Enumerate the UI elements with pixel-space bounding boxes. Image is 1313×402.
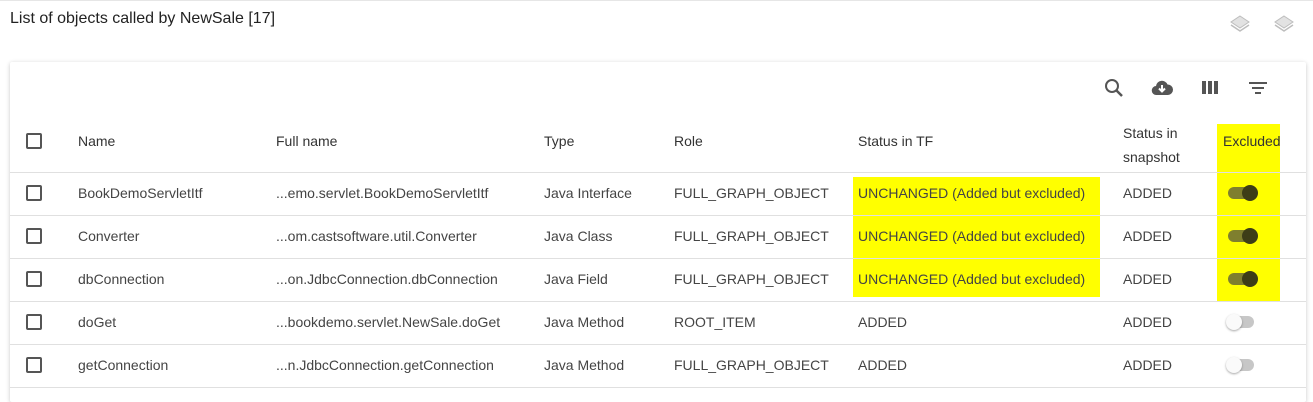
row-checkbox[interactable] <box>26 228 42 244</box>
objects-table-card: Name Full name Type Role Status in TF St… <box>10 62 1306 402</box>
row-full-name: ...n.JdbcConnection.getConnection <box>276 357 494 373</box>
columns-icon[interactable] <box>1198 76 1222 100</box>
row-name[interactable]: dbConnection <box>78 271 164 287</box>
row-full-name: ...on.JdbcConnection.dbConnection <box>276 271 498 287</box>
toggle-knob <box>1226 357 1242 373</box>
row-checkbox[interactable] <box>26 357 42 373</box>
layers-icon[interactable] <box>1272 12 1296 36</box>
layers-icon[interactable] <box>1228 12 1252 36</box>
row-full-name: ...om.castsoftware.util.Converter <box>276 228 477 244</box>
row-divider <box>10 344 1306 345</box>
filter-icon[interactable] <box>1246 76 1270 100</box>
row-type: Java Method <box>544 314 625 330</box>
row-role: FULL_GRAPH_OBJECT <box>674 271 829 287</box>
row-role: FULL_GRAPH_OBJECT <box>674 185 829 201</box>
row-status-tf: UNCHANGED (Added but excluded) <box>858 185 1086 201</box>
toggle-knob <box>1242 228 1258 244</box>
row-status-snapshot: ADDED <box>1123 271 1173 287</box>
row-status-snapshot: ADDED <box>1123 228 1173 244</box>
header-role[interactable]: Role <box>674 133 703 149</box>
row-type: Java Method <box>544 357 625 373</box>
row-divider <box>10 387 1306 388</box>
toggle-knob <box>1226 314 1242 330</box>
select-all-checkbox[interactable] <box>26 133 42 149</box>
header-status-tf[interactable]: Status in TF <box>858 133 933 149</box>
row-status-tf: UNCHANGED (Added but excluded) <box>858 271 1086 287</box>
header-status-snapshot[interactable]: Status in snapshot <box>1123 121 1180 169</box>
row-divider <box>10 258 1306 259</box>
excluded-toggle[interactable] <box>1226 269 1260 289</box>
row-divider <box>10 215 1306 216</box>
row-type: Java Interface <box>544 185 632 201</box>
row-type: Java Class <box>544 228 613 244</box>
row-name[interactable]: BookDemoServletItf <box>78 185 203 201</box>
row-full-name: ...bookdemo.servlet.NewSale.doGet <box>276 314 501 330</box>
header-status-snapshot-line1: Status in <box>1123 125 1178 141</box>
row-status-snapshot: ADDED <box>1123 314 1173 330</box>
cloud-download-icon[interactable] <box>1150 76 1174 100</box>
row-checkbox[interactable] <box>26 314 42 330</box>
excluded-toggle[interactable] <box>1226 312 1260 332</box>
row-status-tf: ADDED <box>858 314 908 330</box>
row-full-name: ...emo.servlet.BookDemoServletItf <box>276 185 489 201</box>
row-checkbox[interactable] <box>26 185 42 201</box>
row-role: ROOT_ITEM <box>674 314 756 330</box>
top-divider <box>0 0 1313 1</box>
row-status-snapshot: ADDED <box>1123 185 1173 201</box>
toggle-knob <box>1242 271 1258 287</box>
row-type: Java Field <box>544 271 608 287</box>
row-status-snapshot: ADDED <box>1123 357 1173 373</box>
header-name[interactable]: Name <box>78 133 115 149</box>
excluded-toggle[interactable] <box>1226 355 1260 375</box>
row-name[interactable]: doGet <box>78 314 116 330</box>
header-full-name[interactable]: Full name <box>276 133 337 149</box>
row-name[interactable]: getConnection <box>78 357 168 373</box>
header-excluded[interactable]: Excluded <box>1223 133 1281 149</box>
search-icon[interactable] <box>1102 76 1126 100</box>
header-type[interactable]: Type <box>544 133 574 149</box>
row-checkbox[interactable] <box>26 271 42 287</box>
excluded-toggle[interactable] <box>1226 226 1260 246</box>
row-divider <box>10 301 1306 302</box>
header-status-snapshot-line2: snapshot <box>1123 149 1180 165</box>
page-title: List of objects called by NewSale [17] <box>10 10 276 27</box>
row-divider <box>10 172 1306 173</box>
row-role: FULL_GRAPH_OBJECT <box>674 357 829 373</box>
row-name[interactable]: Converter <box>78 228 139 244</box>
row-role: FULL_GRAPH_OBJECT <box>674 228 829 244</box>
row-status-tf: ADDED <box>858 357 908 373</box>
excluded-toggle[interactable] <box>1226 183 1260 203</box>
toggle-knob <box>1242 185 1258 201</box>
row-status-tf: UNCHANGED (Added but excluded) <box>858 228 1086 244</box>
